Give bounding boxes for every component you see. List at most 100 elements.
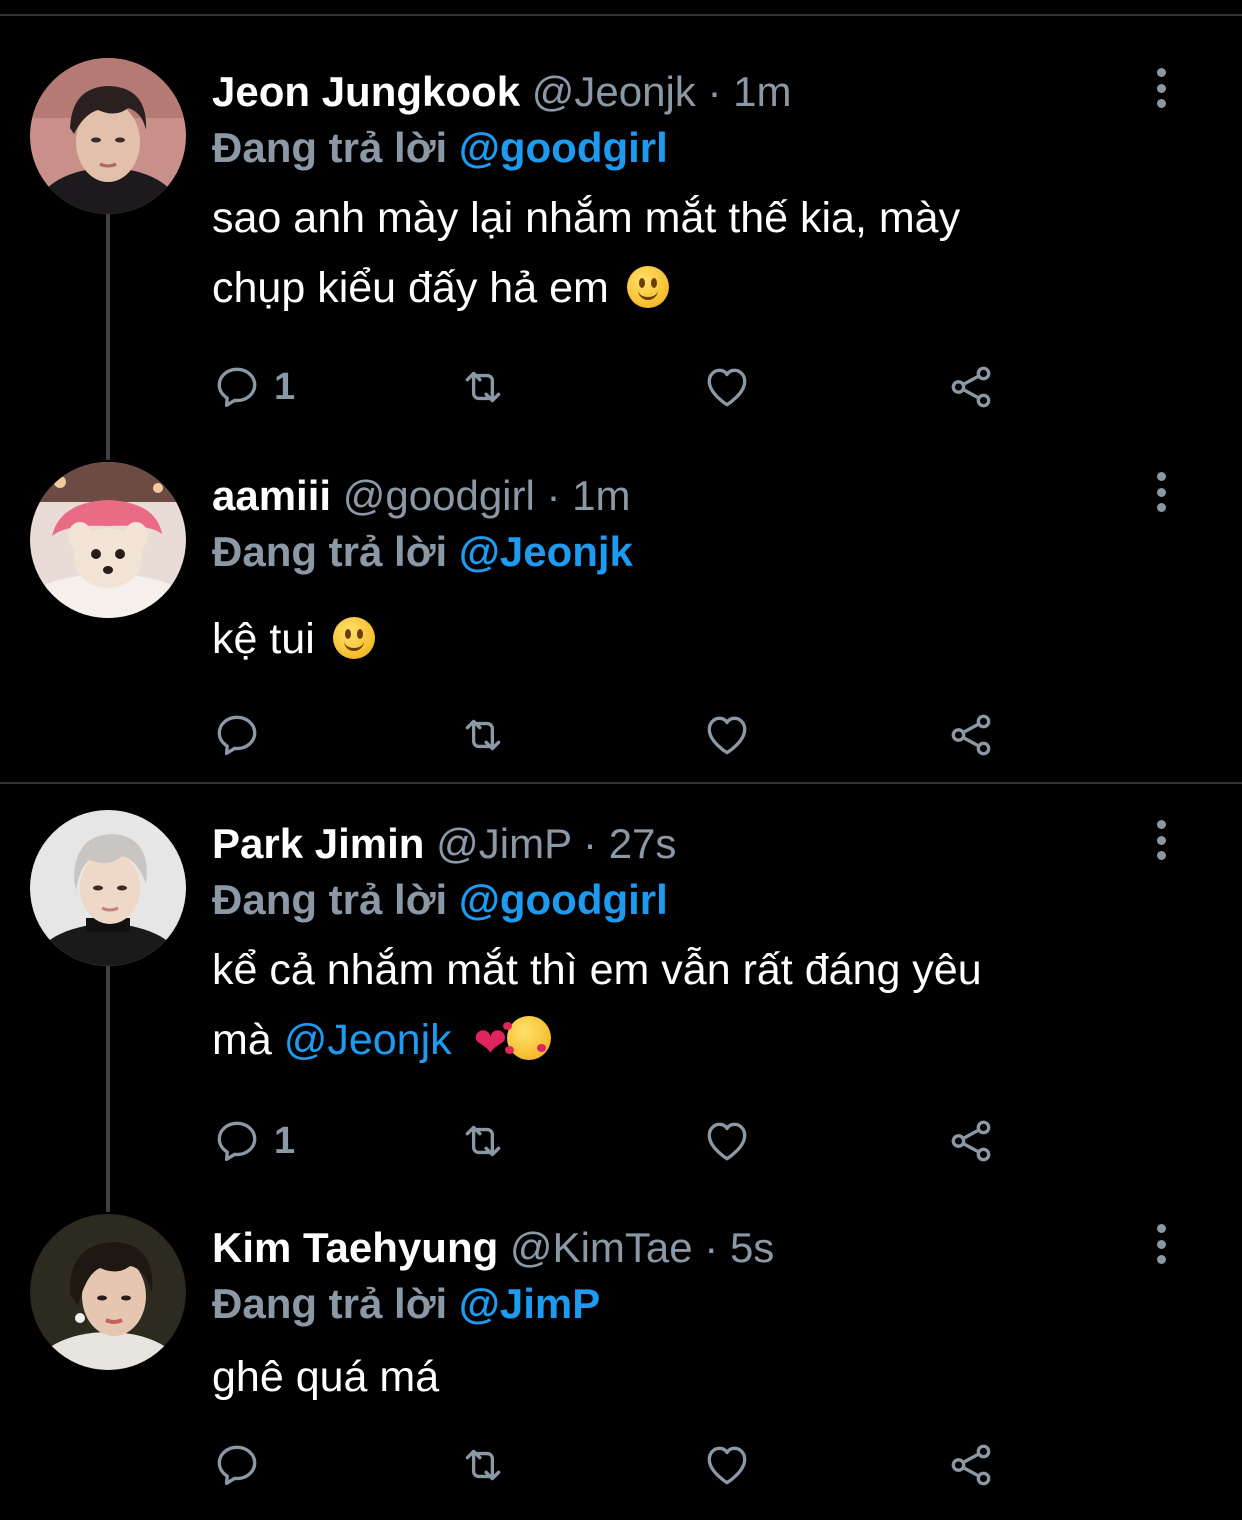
- reply-icon: [217, 1445, 257, 1485]
- thread-divider: [0, 782, 1242, 784]
- more-options-icon[interactable]: [1148, 68, 1174, 108]
- tweet-text-line: mà @Jeonjk ❤: [212, 1005, 1142, 1078]
- tweet-text: kệ tui: [212, 604, 1142, 674]
- tweet-header: Jeon Jungkook @Jeonjk · 1m: [212, 66, 791, 118]
- tweet-text-line: ghê quá má: [212, 1353, 440, 1401]
- tweet-text-line: chụp kiểu đấy hả em: [212, 264, 609, 312]
- share-button[interactable]: [946, 1116, 996, 1166]
- reply-button[interactable]: [212, 710, 274, 760]
- share-icon: [951, 366, 991, 408]
- mention-link[interactable]: @goodgirl: [459, 124, 668, 171]
- share-icon: [951, 1444, 991, 1486]
- heart-icon: [707, 1446, 747, 1485]
- heart-icon: [707, 368, 747, 407]
- timestamp[interactable]: 5s: [730, 1224, 774, 1271]
- like-button[interactable]: [702, 362, 752, 412]
- smiling-face-with-hearts-emoji-icon: [503, 1016, 552, 1060]
- like-button[interactable]: [702, 1440, 752, 1490]
- profile-photo-icon: [30, 810, 186, 966]
- retweet-button[interactable]: [456, 1116, 510, 1166]
- tweet-actions: 1: [212, 1116, 1012, 1166]
- slightly-smiling-face-emoji-icon: [626, 266, 669, 308]
- tweet-text: ghê quá má: [212, 1342, 1142, 1412]
- retweet-icon: [465, 371, 501, 403]
- tweet-text: kể cả nhắm mắt thì em vẫn rất đáng yêu m…: [212, 935, 1142, 1078]
- more-options-icon[interactable]: [1148, 472, 1174, 512]
- tweet[interactable]: Park Jimin @JimP · 27s Đang trả lời @goo…: [0, 810, 1242, 1170]
- retweet-icon: [465, 719, 501, 751]
- replying-to: Đang trả lời @goodgirl: [212, 122, 668, 174]
- username[interactable]: @goodgirl: [343, 472, 535, 519]
- separator-dot: ·: [583, 820, 598, 867]
- more-options-icon[interactable]: [1148, 820, 1174, 860]
- tweet-actions: 1: [212, 362, 1012, 412]
- mention-link[interactable]: @Jeonjk: [459, 528, 633, 575]
- replying-to-label: Đang trả lời: [212, 876, 448, 923]
- profile-photo-icon: [30, 58, 186, 214]
- display-name[interactable]: aamiii: [212, 472, 331, 519]
- share-icon: [951, 714, 991, 756]
- username[interactable]: @Jeonjk: [532, 68, 696, 115]
- more-options-icon[interactable]: [1148, 1224, 1174, 1264]
- tweet-header: Kim Taehyung @KimTae · 5s: [212, 1222, 774, 1274]
- tweet-header: aamiii @goodgirl · 1m: [212, 470, 631, 522]
- separator-dot: ·: [707, 68, 722, 115]
- tweet-text-line: kệ tui: [212, 604, 1142, 674]
- timestamp[interactable]: 1m: [572, 472, 630, 519]
- slightly-smiling-face-emoji-icon: [332, 617, 375, 659]
- mention-link[interactable]: @goodgirl: [459, 876, 668, 923]
- share-button[interactable]: [946, 710, 996, 760]
- reply-button[interactable]: [212, 1440, 274, 1490]
- tweet-text-line: kệ tui: [212, 615, 315, 663]
- tweet[interactable]: Kim Taehyung @KimTae · 5s Đang trả lời @…: [0, 1214, 1242, 1514]
- display-name[interactable]: Park Jimin: [212, 820, 424, 867]
- reply-icon: [217, 715, 257, 755]
- replying-to-label: Đang trả lời: [212, 528, 448, 575]
- reply-button[interactable]: 1: [212, 1116, 295, 1166]
- avatar[interactable]: [30, 462, 186, 618]
- separator-dot: ·: [546, 472, 561, 519]
- mention-link[interactable]: @JimP: [459, 1280, 600, 1327]
- profile-photo-icon: [30, 462, 186, 618]
- top-divider: [0, 14, 1242, 16]
- retweet-button[interactable]: [456, 362, 510, 412]
- tweet-text: sao anh mày lại nhắm mắt thế kia, mày ch…: [212, 183, 1142, 323]
- profile-photo-icon: [30, 1214, 186, 1370]
- avatar[interactable]: [30, 1214, 186, 1370]
- share-button[interactable]: [946, 1440, 996, 1490]
- timestamp[interactable]: 27s: [609, 820, 677, 867]
- like-button[interactable]: [702, 710, 752, 760]
- reply-count: 1: [274, 1119, 296, 1162]
- retweet-button[interactable]: [456, 710, 510, 760]
- tweet-header: Park Jimin @JimP · 27s: [212, 818, 676, 870]
- share-icon: [951, 1120, 991, 1162]
- timestamp[interactable]: 1m: [733, 68, 791, 115]
- replying-to: Đang trả lời @JimP: [212, 1278, 600, 1330]
- red-heart-emoji-icon: ❤: [473, 1020, 508, 1066]
- tweet-text-line: kể cả nhắm mắt thì em vẫn rất đáng yêu: [212, 946, 982, 994]
- reply-icon: [217, 1121, 257, 1161]
- avatar[interactable]: [30, 58, 186, 214]
- replying-to-label: Đang trả lời: [212, 1280, 448, 1327]
- tweet-text-line: sao anh mày lại nhắm mắt thế kia, mày: [212, 194, 961, 242]
- tweet[interactable]: aamiii @goodgirl · 1m Đang trả lời @Jeon…: [0, 462, 1242, 772]
- reply-count: 1: [274, 365, 296, 408]
- username[interactable]: @JimP: [436, 820, 571, 867]
- reply-button[interactable]: 1: [212, 362, 295, 412]
- retweet-button[interactable]: [456, 1440, 510, 1490]
- reply-icon: [217, 367, 257, 407]
- display-name[interactable]: Jeon Jungkook: [212, 68, 520, 115]
- replying-to: Đang trả lời @Jeonjk: [212, 526, 633, 578]
- tweet-text-line: mà: [212, 1016, 272, 1064]
- retweet-icon: [465, 1449, 501, 1481]
- display-name[interactable]: Kim Taehyung: [212, 1224, 498, 1271]
- replying-to-label: Đang trả lời: [212, 124, 448, 171]
- mention-link[interactable]: @Jeonjk: [284, 1016, 452, 1064]
- username[interactable]: @KimTae: [510, 1224, 693, 1271]
- share-button[interactable]: [946, 362, 996, 412]
- heart-icon: [707, 716, 747, 755]
- tweet[interactable]: Jeon Jungkook @Jeonjk · 1m Đang trả lời …: [0, 58, 1242, 418]
- like-button[interactable]: [702, 1116, 752, 1166]
- retweet-icon: [465, 1125, 501, 1157]
- avatar[interactable]: [30, 810, 186, 966]
